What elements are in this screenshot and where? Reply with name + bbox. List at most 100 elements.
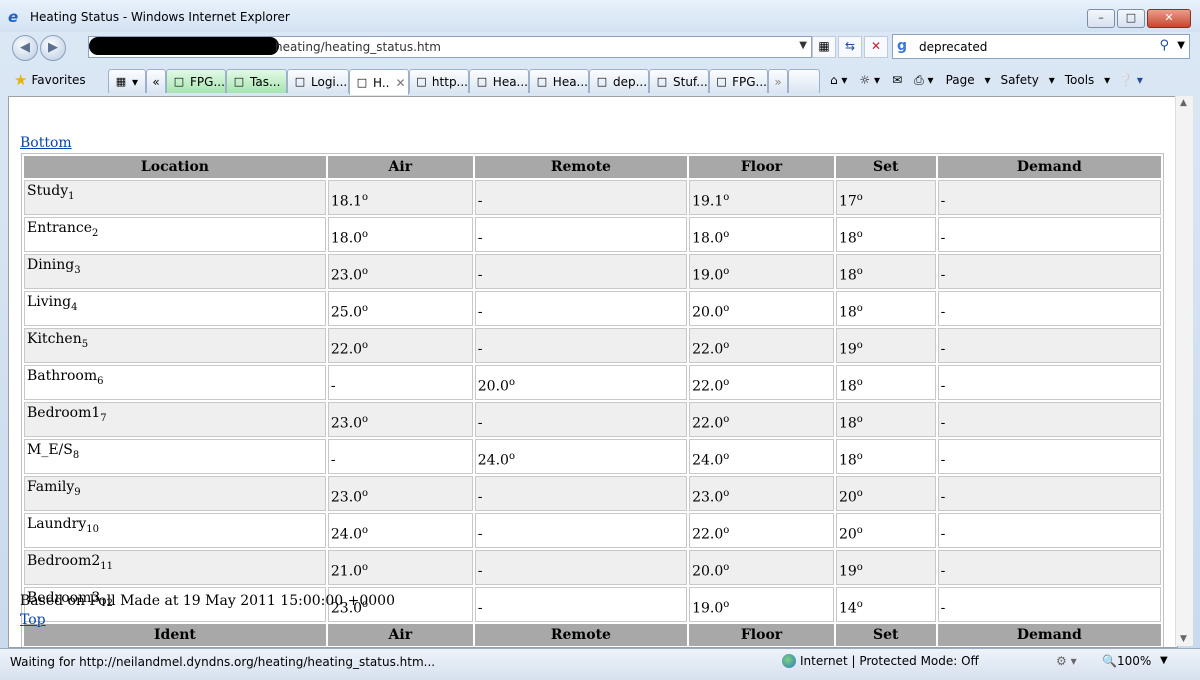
floor-value: 22.0	[692, 341, 724, 358]
new-tab-button[interactable]	[788, 69, 820, 93]
column-footer: Floor	[689, 624, 834, 646]
location-id: 2	[92, 227, 99, 239]
degree-sign: o	[362, 487, 369, 499]
minimize-button[interactable]: –	[1087, 9, 1115, 28]
tab-scroll-right[interactable]: »	[768, 69, 788, 93]
air-value: 22.0	[330, 341, 363, 358]
table-row: Entrance2 18.0o -18.0o 18o -	[24, 217, 1161, 252]
column-footer: Air	[327, 624, 473, 646]
page-icon: □	[476, 74, 488, 88]
close-tab-icon[interactable]: ✕	[395, 76, 405, 90]
table-row: Dining3 23.0o -19.0o 18o -	[24, 254, 1161, 289]
remote-value: -	[477, 562, 483, 579]
tab-scroll-left[interactable]: «	[146, 69, 166, 93]
column-header: Air	[327, 156, 473, 178]
lock-icon[interactable]: ⚙ ▾	[1056, 654, 1077, 668]
home-icon[interactable]: ⌂ ▾	[830, 73, 847, 87]
page-icon: □	[173, 74, 185, 88]
maximize-button[interactable]: □	[1117, 9, 1145, 28]
location-cell: Bathroom6	[24, 365, 326, 400]
forward-button[interactable]: ▶	[40, 35, 66, 61]
set-value: 18	[838, 230, 857, 247]
location-cell: Living4	[24, 291, 326, 326]
demand-cell: -	[937, 439, 1161, 474]
stop-icon[interactable]: ✕	[864, 36, 888, 58]
tab-2[interactable]: □ Tas...	[226, 69, 287, 93]
location-name: Bedroom1	[27, 405, 101, 421]
search-icon[interactable]: ⚲	[1159, 38, 1169, 53]
vertical-scrollbar[interactable]: ▲ ▼	[1175, 96, 1193, 646]
floor-cell: 20.0o	[689, 291, 834, 326]
page-icon: □	[416, 74, 427, 88]
favorites-button[interactable]: ★ Favorites	[14, 70, 86, 90]
page-icon: □	[596, 74, 608, 88]
chevron-down-icon[interactable]: ▼	[1160, 655, 1168, 666]
location-cell: Bedroom211	[24, 550, 326, 585]
tab-9[interactable]: □ Stuf...	[649, 69, 709, 93]
table-row: Study1 18.1o -19.1o 17o -	[24, 180, 1161, 215]
scroll-up-icon[interactable]: ▲	[1180, 98, 1187, 108]
back-button[interactable]: ◀	[12, 35, 38, 61]
tab-6[interactable]: □ Hea...	[469, 69, 529, 93]
location-name: Living	[27, 294, 72, 310]
zoom-text: 100%	[1116, 654, 1152, 668]
remote-cell: -	[474, 254, 688, 289]
degree-sign: o	[856, 598, 863, 610]
help-icon[interactable]: ❔ ▾	[1118, 73, 1143, 87]
tab-3[interactable]: □ Logi...	[287, 69, 349, 93]
location-name: Kitchen	[27, 331, 82, 347]
feeds-icon[interactable]: ☼ ▾	[859, 73, 880, 87]
print-icon[interactable]: ⎙ ▾	[914, 73, 933, 88]
air-cell: 23.0o	[327, 254, 473, 289]
search-input[interactable]: deprecated	[919, 40, 987, 54]
security-zone[interactable]: Internet | Protected Mode: Off	[782, 654, 979, 668]
tab-4[interactable]: □ H.. ✕	[349, 69, 409, 95]
demand-cell: -	[937, 254, 1161, 289]
address-bar[interactable]: heating/heating_status.htm ▼	[88, 36, 812, 58]
safety-menu[interactable]: Safety ▾	[1001, 73, 1055, 87]
location-cell: Family9	[24, 476, 326, 511]
chevron-down-icon[interactable]: ▼	[1177, 40, 1185, 51]
bottom-link[interactable]: Bottom	[20, 135, 72, 151]
degree-sign: o	[508, 376, 515, 388]
search-box[interactable]: g deprecated ⚲ ▼	[892, 34, 1190, 59]
star-icon: ★	[14, 71, 28, 89]
mail-icon[interactable]: ✉	[892, 73, 902, 87]
tab-8[interactable]: □ dep...	[589, 69, 649, 93]
remote-cell: -	[474, 476, 688, 511]
set-value: 20	[838, 526, 857, 543]
floor-value: 22.0	[692, 415, 724, 432]
remote-value: 24.0	[477, 452, 509, 469]
remote-cell: -	[474, 550, 688, 585]
quick-tabs-button[interactable]: ▦ ▾	[108, 69, 146, 93]
chevron-down-icon[interactable]: ▼	[799, 40, 807, 51]
set-cell: 18o	[835, 217, 936, 252]
tab-10[interactable]: □ FPG...	[709, 69, 768, 93]
page-menu[interactable]: Page ▾	[946, 73, 991, 87]
scroll-down-icon[interactable]: ▼	[1180, 634, 1187, 644]
air-value: 24.0	[330, 526, 363, 543]
degree-sign: o	[723, 302, 730, 314]
air-cell: 18.0o	[327, 217, 473, 252]
table-row: Kitchen5 22.0o -22.0o 19o -	[24, 328, 1161, 363]
air-value: 18.1	[330, 193, 363, 210]
footer-row: Ident Air Remote Floor Set Demand	[24, 624, 1161, 646]
demand-cell: -	[937, 217, 1161, 252]
refresh-icon[interactable]: ⇆	[838, 36, 862, 58]
tab-7[interactable]: □ Hea...	[529, 69, 589, 93]
window-controls: – □ ✕	[1085, 9, 1191, 29]
degree-sign: o	[362, 339, 369, 351]
set-value: 20	[838, 489, 857, 506]
page-icon: □	[716, 74, 727, 88]
column-header: Remote	[474, 156, 688, 178]
tools-menu[interactable]: Tools ▾	[1065, 73, 1110, 87]
compatibility-icon[interactable]: ▦	[812, 36, 836, 58]
zoom-level[interactable]: 🔍100%	[1102, 654, 1151, 668]
set-value: 14	[838, 600, 857, 617]
tab-5[interactable]: □ http...	[409, 69, 469, 93]
tab-1[interactable]: □ FPG...	[166, 69, 226, 93]
set-value: 18	[838, 304, 857, 321]
top-link[interactable]: Top	[20, 612, 46, 628]
close-button[interactable]: ✕	[1147, 9, 1191, 28]
demand-cell: -	[937, 513, 1161, 548]
